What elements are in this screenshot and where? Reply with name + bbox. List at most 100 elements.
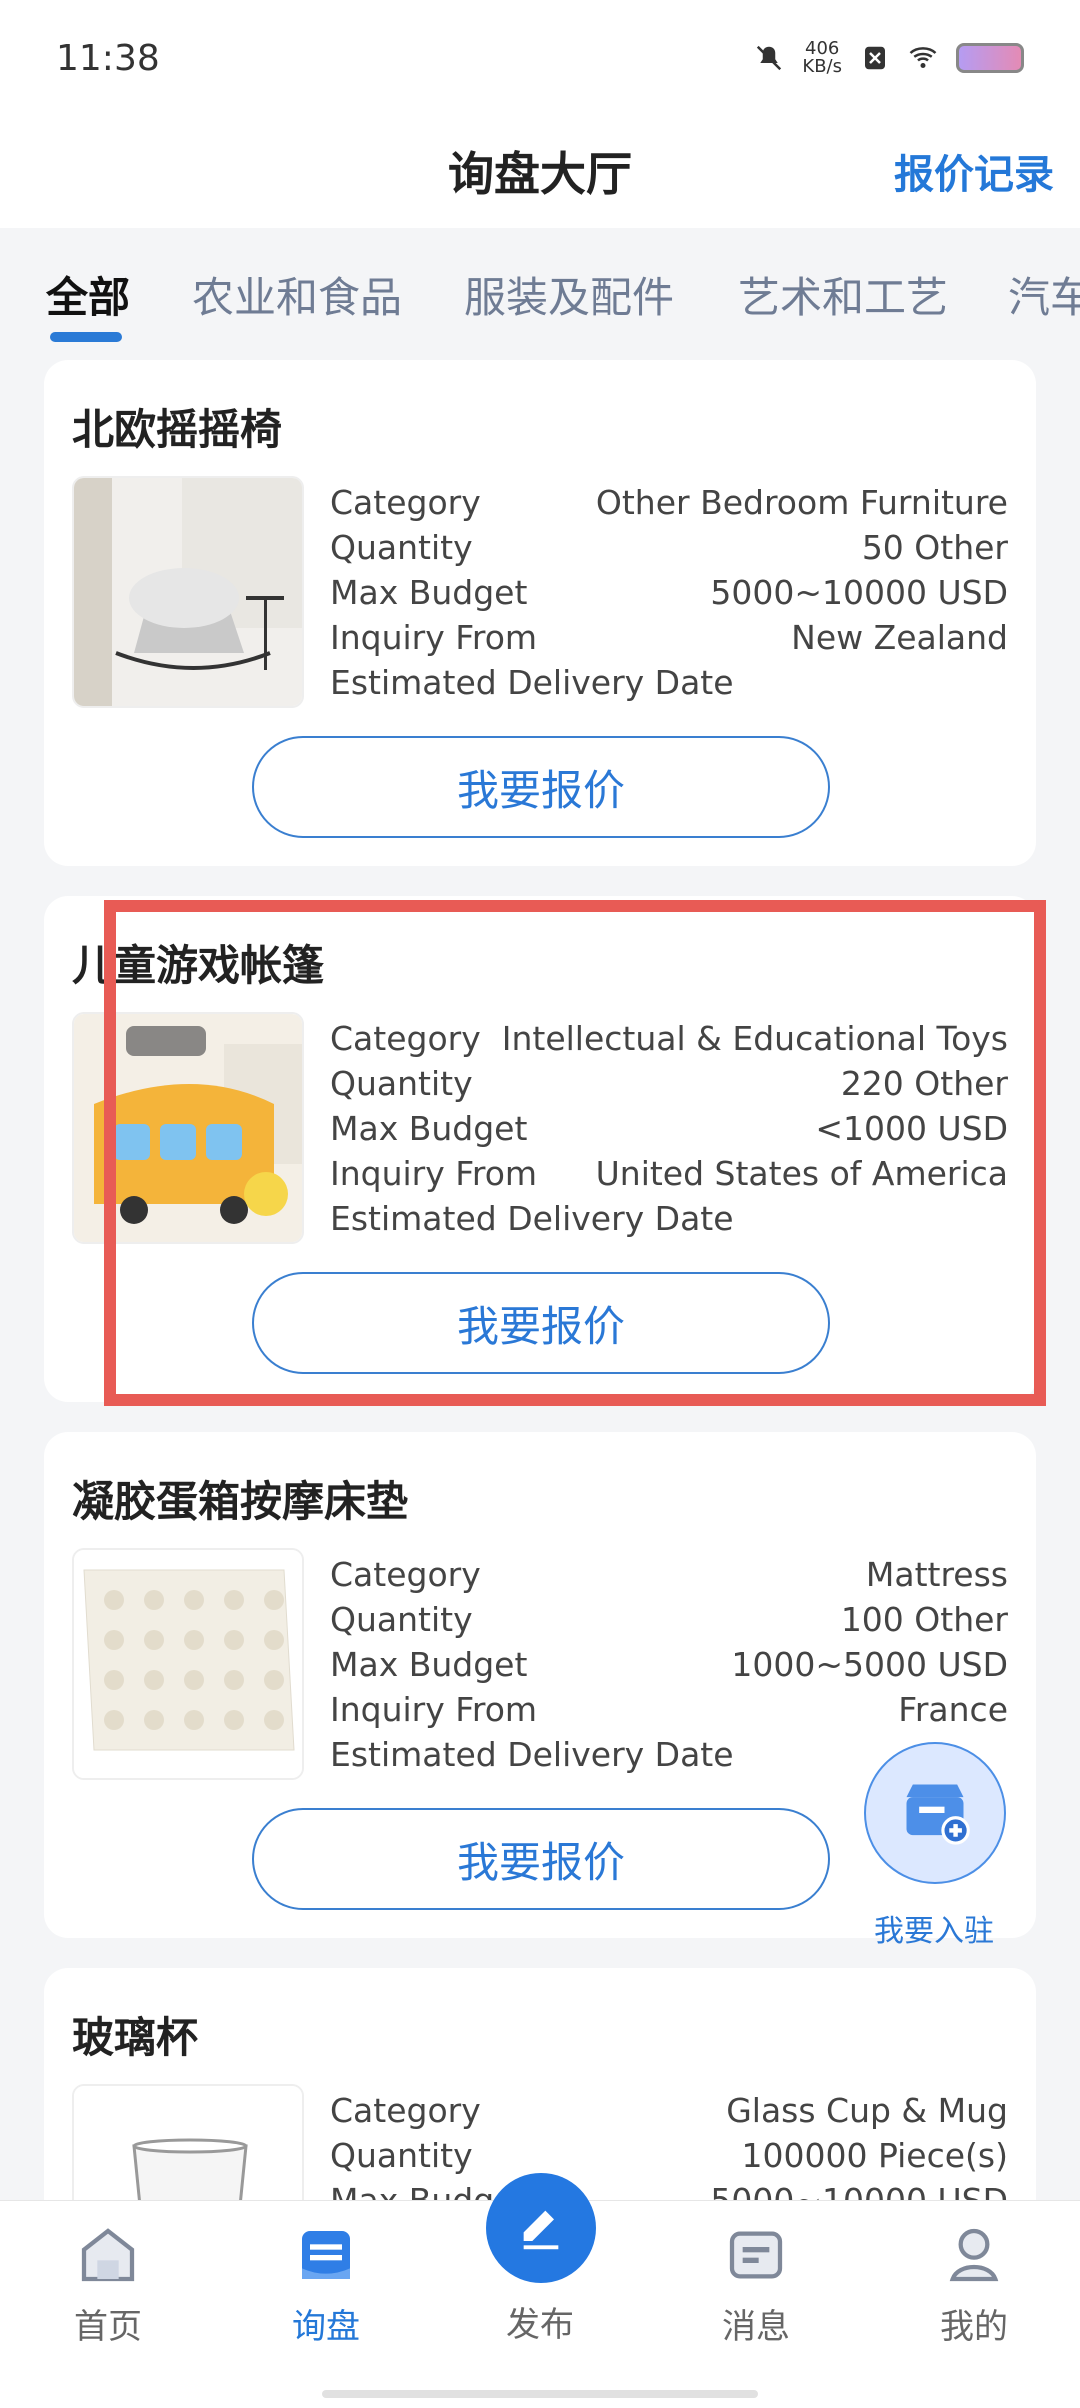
inquiry-card[interactable]: 北欧摇摇椅 Category Other Bedroom Furniture Qu… <box>44 360 1036 866</box>
budget-label: Max Budget <box>330 1109 528 1148</box>
bottom-nav: 首页 询盘 发布 消息 我的 <box>0 2173 1080 2408</box>
tab-automotive[interactable]: 汽车 <box>1008 264 1080 325</box>
network-speed: 406 KB/s <box>802 40 842 76</box>
wifi-icon <box>909 47 937 68</box>
mattress-image <box>72 1548 304 1780</box>
budget-label: Max Budget <box>330 1645 528 1684</box>
store-plus-icon <box>906 1784 970 1845</box>
category-value: Other Bedroom Furniture <box>595 483 1008 522</box>
quantity-value: 220 Other <box>840 1064 1008 1103</box>
from-label: Inquiry From <box>330 1154 538 1193</box>
from-value: United States of America <box>595 1154 1008 1193</box>
detail-row-category: Category Glass Cup & Mug <box>330 2088 1008 2133</box>
detail-row-budget: Max Budget 5000~10000 USD <box>330 570 1008 615</box>
category-value: Glass Cup & Mug <box>726 2091 1008 2130</box>
nav-home[interactable]: 首页 <box>28 2223 188 2348</box>
header: 询盘大厅 报价记录 <box>0 120 1080 228</box>
from-value: New Zealand <box>791 618 1008 657</box>
submit-quote-button[interactable]: 我要报价 <box>252 736 830 838</box>
category-tabs: 全部 农业和食品 服装及配件 艺术和工艺 汽车 <box>0 228 1080 356</box>
message-icon <box>729 2231 783 2279</box>
submit-quote-button[interactable]: 我要报价 <box>252 1808 830 1910</box>
user-icon <box>949 2228 999 2282</box>
home-icon <box>81 2228 135 2282</box>
detail-row-budget: Max Budget 1000~5000 USD <box>330 1642 1008 1687</box>
nav-me[interactable]: 我的 <box>894 2223 1054 2348</box>
tab-agriculture-food[interactable]: 农业和食品 <box>192 264 402 325</box>
detail-row-budget: Max Budget <1000 USD <box>330 1106 1008 1151</box>
delivery-label: Estimated Delivery Date <box>330 1735 734 1774</box>
budget-value: <1000 USD <box>815 1109 1008 1148</box>
kids-tent-image <box>72 1012 304 1244</box>
inquiry-title: 儿童游戏帐篷 <box>72 941 325 990</box>
quote-history-link[interactable]: 报价记录 <box>894 142 1054 200</box>
nav-publish-label[interactable]: 发布 <box>470 2297 610 2346</box>
detail-row-category: Category Mattress <box>330 1552 1008 1597</box>
quantity-label: Quantity <box>330 2136 473 2175</box>
detail-row-delivery: Estimated Delivery Date <box>330 1196 1008 1241</box>
tab-active-indicator <box>50 332 122 342</box>
delivery-label: Estimated Delivery Date <box>330 663 734 702</box>
mute-icon <box>757 45 782 71</box>
tab-all[interactable]: 全部 <box>46 264 130 325</box>
detail-row-delivery: Estimated Delivery Date <box>330 660 1008 705</box>
nav-me-label: 我的 <box>940 2307 1008 2347</box>
detail-row-quantity: Quantity 220 Other <box>330 1061 1008 1106</box>
publish-button[interactable] <box>486 2173 596 2283</box>
inquiry-title: 玻璃杯 <box>72 2013 199 2062</box>
quantity-value: 100000 Piece(s) <box>741 2136 1009 2175</box>
from-label: Inquiry From <box>330 1690 538 1729</box>
rocking-chair-image <box>72 476 304 708</box>
category-label: Category <box>330 1555 481 1594</box>
home-indicator <box>322 2390 758 2398</box>
from-label: Inquiry From <box>330 618 538 657</box>
status-icons: 406 KB/s <box>754 40 1024 76</box>
nav-inquiry[interactable]: 询盘 <box>246 2223 406 2348</box>
category-label: Category <box>330 483 481 522</box>
budget-label: Max Budget <box>330 573 528 612</box>
category-label: Category <box>330 2091 481 2130</box>
nav-messages-label: 消息 <box>722 2307 790 2347</box>
detail-row-category: Category Other Bedroom Furniture <box>330 480 1008 525</box>
nav-inquiry-label: 询盘 <box>292 2307 360 2347</box>
sim-off-icon <box>865 46 885 70</box>
nav-messages[interactable]: 消息 <box>676 2223 836 2348</box>
category-value: Intellectual & Educational Toys <box>501 1019 1008 1058</box>
submit-quote-button[interactable]: 我要报价 <box>252 1272 830 1374</box>
detail-row-from: Inquiry From France <box>330 1687 1008 1732</box>
inquiry-title: 北欧摇摇椅 <box>72 405 283 454</box>
status-time: 11:38 <box>56 38 160 79</box>
status-bar: 11:38 406 KB/s <box>0 0 1080 120</box>
inquiry-details: Category Mattress Quantity 100 Other Max B… <box>330 1552 1008 1777</box>
quantity-label: Quantity <box>330 1600 473 1639</box>
category-label: Category <box>330 1019 481 1058</box>
inquiry-details: Category Intellectual & Educational Toys … <box>330 1016 1008 1241</box>
detail-row-quantity: Quantity 100 Other <box>330 1597 1008 1642</box>
tab-arts-crafts[interactable]: 艺术和工艺 <box>738 264 948 325</box>
quantity-label: Quantity <box>330 1064 473 1103</box>
join-fab-label[interactable]: 我要入驻 <box>874 1906 994 1950</box>
battery-icon <box>956 43 1024 73</box>
delivery-label: Estimated Delivery Date <box>330 1199 734 1238</box>
detail-row-category: Category Intellectual & Educational Toys <box>330 1016 1008 1061</box>
quantity-value: 50 Other <box>861 528 1008 567</box>
detail-row-from: Inquiry From United States of America <box>330 1151 1008 1196</box>
detail-row-quantity: Quantity 100000 Piece(s) <box>330 2133 1008 2178</box>
join-fab-button[interactable] <box>864 1742 1006 1884</box>
budget-value: 5000~10000 USD <box>710 573 1008 612</box>
detail-row-quantity: Quantity 50 Other <box>330 525 1008 570</box>
inquiry-title: 凝胶蛋箱按摩床垫 <box>72 1477 409 1526</box>
from-value: France <box>898 1690 1008 1729</box>
network-speed-unit: KB/s <box>802 56 842 77</box>
quantity-label: Quantity <box>330 528 473 567</box>
inquiry-details: Category Other Bedroom Furniture Quantity… <box>330 480 1008 705</box>
edit-icon <box>523 2210 559 2250</box>
inquiry-icon <box>302 2231 350 2279</box>
category-value: Mattress <box>865 1555 1008 1594</box>
quantity-value: 100 Other <box>840 1600 1008 1639</box>
inquiry-card[interactable]: 儿童游戏帐篷 Category Intellectual & Educationa… <box>44 896 1036 1402</box>
detail-row-from: Inquiry From New Zealand <box>330 615 1008 660</box>
budget-value: 1000~5000 USD <box>731 1645 1008 1684</box>
nav-home-label: 首页 <box>74 2307 142 2347</box>
tab-apparel-accessories[interactable]: 服装及配件 <box>464 264 674 325</box>
